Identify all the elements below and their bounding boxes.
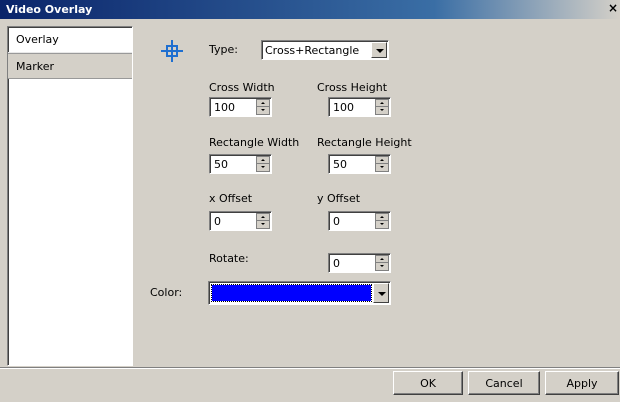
color-label: Color: <box>150 286 183 299</box>
type-select[interactable]: Cross+Rectangle <box>261 40 389 60</box>
spin-buttons[interactable] <box>256 99 270 115</box>
cancel-button[interactable]: Cancel <box>468 371 540 395</box>
spin-down-icon[interactable] <box>376 107 388 114</box>
sidebar-item-overlay[interactable]: Overlay <box>8 27 132 53</box>
y-offset-stepper[interactable] <box>328 211 391 231</box>
spin-buttons[interactable] <box>375 156 389 172</box>
color-select[interactable] <box>208 281 391 305</box>
spin-up-icon[interactable] <box>376 256 388 263</box>
x-offset-input[interactable] <box>212 214 252 228</box>
spin-down-icon[interactable] <box>376 263 388 270</box>
window-title: Video Overlay <box>6 3 93 16</box>
spin-up-icon[interactable] <box>257 100 269 107</box>
type-select-value: Cross+Rectangle <box>265 44 360 57</box>
crosshair-rectangle-icon <box>161 40 183 62</box>
cross-width-input[interactable] <box>212 100 252 114</box>
cross-width-stepper[interactable] <box>209 97 272 117</box>
x-offset-stepper[interactable] <box>209 211 272 231</box>
cross-width-label: Cross Width <box>209 81 275 94</box>
y-offset-input[interactable] <box>331 214 371 228</box>
rectangle-height-label: Rectangle Height <box>317 136 412 149</box>
rotate-stepper[interactable] <box>328 253 391 273</box>
spin-buttons[interactable] <box>375 255 389 271</box>
spin-up-icon[interactable] <box>376 214 388 221</box>
spin-down-icon[interactable] <box>376 221 388 228</box>
spin-down-icon[interactable] <box>376 164 388 171</box>
cross-height-stepper[interactable] <box>328 97 391 117</box>
apply-button[interactable]: Apply <box>545 371 619 395</box>
spin-buttons[interactable] <box>256 213 270 229</box>
type-label: Type: <box>209 43 238 56</box>
close-icon[interactable]: × <box>606 2 620 16</box>
sidebar-item-label: Overlay <box>16 33 59 46</box>
cross-height-label: Cross Height <box>317 81 388 94</box>
rectangle-width-label: Rectangle Width <box>209 136 300 149</box>
title-bar: Video Overlay × <box>0 0 620 19</box>
spin-down-icon[interactable] <box>257 221 269 228</box>
spin-buttons[interactable] <box>375 213 389 229</box>
sidebar-item-marker[interactable]: Marker <box>8 53 132 79</box>
spin-buttons[interactable] <box>375 99 389 115</box>
spin-down-icon[interactable] <box>257 107 269 114</box>
sidebar-item-label: Marker <box>16 60 55 73</box>
spin-down-icon[interactable] <box>257 164 269 171</box>
spin-buttons[interactable] <box>256 156 270 172</box>
color-swatch <box>211 284 372 302</box>
cross-height-input[interactable] <box>331 100 371 114</box>
rectangle-width-stepper[interactable] <box>209 154 272 174</box>
y-offset-label: y Offset <box>317 192 361 205</box>
rectangle-width-input[interactable] <box>212 157 252 171</box>
rectangle-height-stepper[interactable] <box>328 154 391 174</box>
spin-up-icon[interactable] <box>257 214 269 221</box>
rotate-input[interactable] <box>331 256 371 270</box>
chevron-down-icon[interactable] <box>373 283 389 303</box>
spin-up-icon[interactable] <box>376 100 388 107</box>
divider <box>0 367 620 369</box>
chevron-down-icon[interactable] <box>371 42 387 58</box>
rotate-label: Rotate: <box>209 252 249 265</box>
spin-up-icon[interactable] <box>257 157 269 164</box>
rectangle-height-input[interactable] <box>331 157 371 171</box>
spin-up-icon[interactable] <box>376 157 388 164</box>
sidebar: Overlay Marker <box>7 26 133 366</box>
x-offset-label: x Offset <box>209 192 253 205</box>
ok-button[interactable]: OK <box>393 371 463 395</box>
